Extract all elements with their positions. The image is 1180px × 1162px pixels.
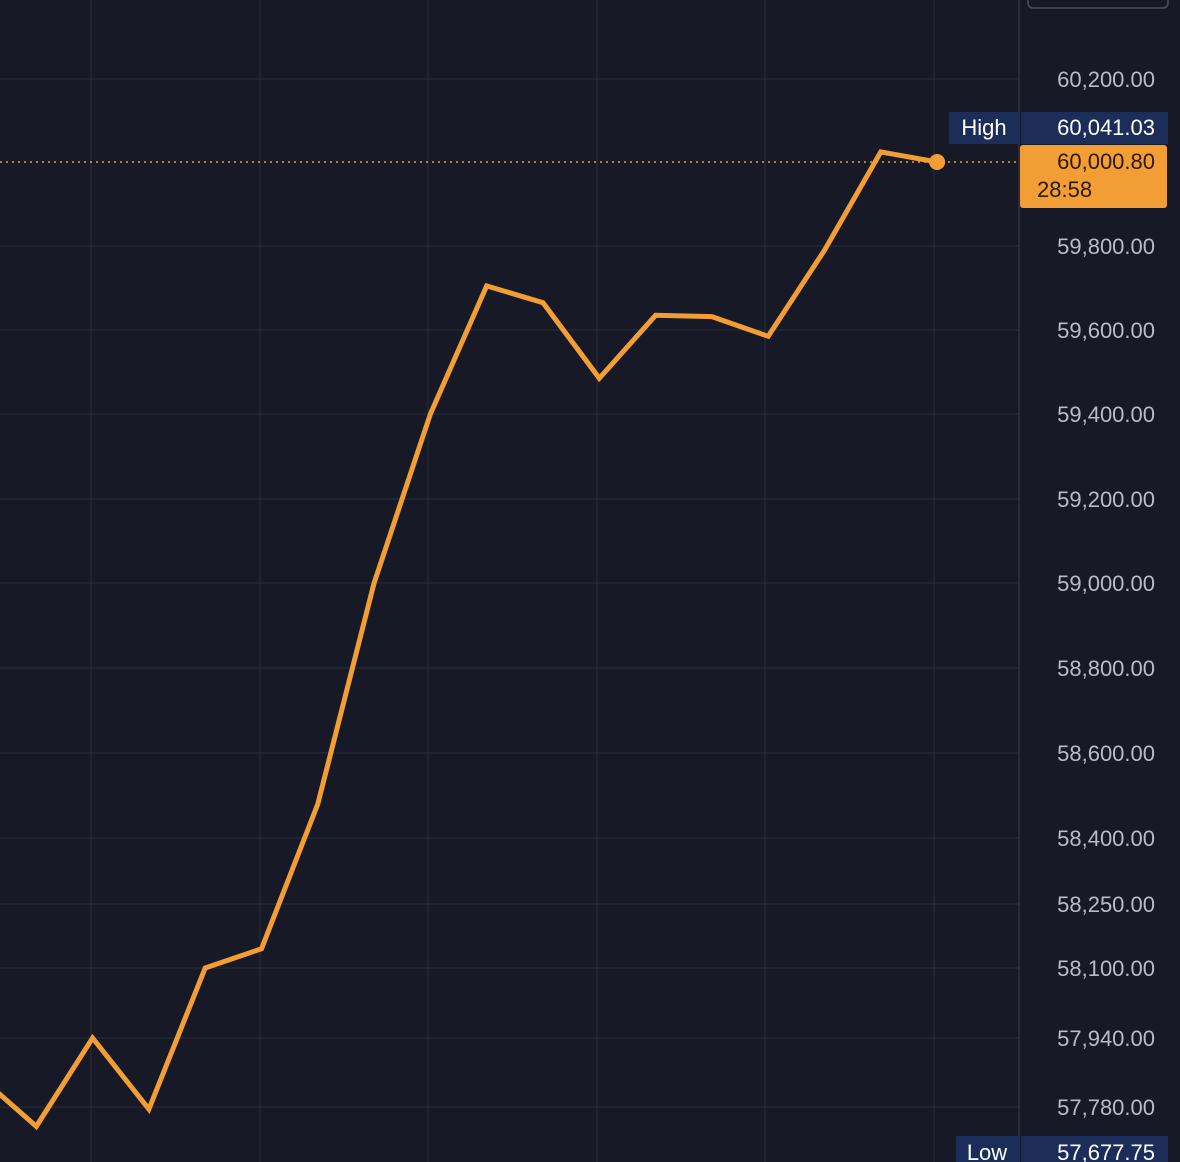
current-price-value: 60,000.80 [1057,149,1155,174]
y-tick-label: 57,940.00 [1057,1026,1155,1051]
y-tick-label: 59,400.00 [1057,402,1155,427]
y-tick-label: 58,600.00 [1057,741,1155,766]
y-tick-label: 58,250.00 [1057,892,1155,917]
candle-countdown: 28:58 [1037,177,1092,202]
y-tick-label: 59,000.00 [1057,571,1155,596]
y-tick-label: 58,800.00 [1057,656,1155,681]
current-price-badge: 60,000.80 28:58 [1020,145,1167,208]
y-tick-label: 57,780.00 [1057,1095,1155,1120]
low-label: Low [967,1140,1007,1162]
y-tick-label: 58,100.00 [1057,956,1155,981]
price-chart[interactable]: 60,200.00 59,800.00 59,600.00 59,400.00 59,2… [0,0,1180,1162]
y-tick-label: 59,800.00 [1057,234,1155,259]
y-tick-label: 59,200.00 [1057,487,1155,512]
y-tick-label: 60,200.00 [1057,67,1155,92]
last-price-point[interactable] [929,154,946,170]
low-badge: Low 57,677.75 [956,1136,1168,1162]
low-value: 57,677.75 [1057,1140,1155,1162]
y-tick-label: 59,600.00 [1057,318,1155,343]
high-badge: High 60,041.03 [949,112,1168,144]
chart-background [0,0,1180,1162]
high-value: 60,041.03 [1057,115,1155,140]
high-label: High [961,115,1006,140]
y-tick-label: 58,400.00 [1057,826,1155,851]
